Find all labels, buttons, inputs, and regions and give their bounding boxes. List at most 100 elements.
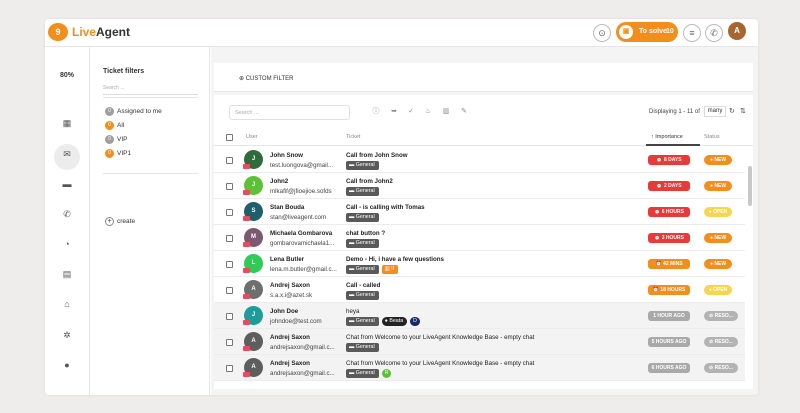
- ticket-row[interactable]: A Andrej Saxon s.a.x.i@azet.sk Call - ca…: [214, 277, 745, 303]
- ticket-row[interactable]: S Stan Bouda stan@liveagent.com Call - i…: [214, 199, 745, 225]
- row-checkbox[interactable]: [226, 261, 233, 268]
- tag-general[interactable]: ▬ General: [346, 369, 379, 378]
- logo[interactable]: LiveAgent: [72, 25, 130, 39]
- plus-icon: +: [105, 217, 114, 226]
- filter-vip1[interactable]: 0 VIP1: [105, 149, 131, 158]
- knowledgebase-icon[interactable]: ⌂: [61, 298, 73, 310]
- refresh-icon[interactable]: ↻: [729, 107, 735, 115]
- importance-label: 2 DAYS: [664, 183, 682, 189]
- row-checkbox[interactable]: [226, 287, 233, 294]
- filter-assigned-to-me[interactable]: 0 Assigned to me: [105, 107, 162, 116]
- importance-badge: ⏰ 2 DAYS: [648, 181, 690, 191]
- tag-label: General: [355, 266, 375, 272]
- row-checkbox[interactable]: [226, 235, 233, 242]
- count-select[interactable]: many: [704, 106, 726, 117]
- tag-label: General: [355, 188, 375, 194]
- column-importance[interactable]: ↑ Importance: [651, 134, 683, 140]
- ticket-subject[interactable]: Call - called: [346, 282, 380, 289]
- importance-badge: 6 HOURS AGO: [648, 363, 690, 373]
- tag-label: General: [355, 162, 375, 168]
- select-all-checkbox[interactable]: [226, 134, 233, 141]
- filter-count-badge: 0: [105, 107, 114, 116]
- tag-ii[interactable]: ▥ II: [381, 265, 399, 274]
- column-user[interactable]: User: [246, 134, 258, 140]
- sort-icon[interactable]: ⇅: [740, 107, 746, 115]
- ticket-tags: ▬ General: [346, 291, 382, 300]
- tag-d[interactable]: D: [410, 317, 420, 326]
- row-checkbox[interactable]: [226, 183, 233, 190]
- chat-icon[interactable]: ≡: [683, 24, 701, 42]
- contacts-icon[interactable]: ▤: [61, 268, 73, 280]
- phone-icon[interactable]: ✆: [705, 24, 723, 42]
- ticket-subject[interactable]: Call from John2: [346, 178, 393, 185]
- tickets-icon[interactable]: ✉: [61, 148, 73, 160]
- row-checkbox[interactable]: [226, 365, 233, 372]
- zoom-level[interactable]: 80%: [60, 72, 74, 79]
- flag-icon: [243, 372, 250, 377]
- tag-general[interactable]: ▬ General: [346, 343, 379, 352]
- ticket-row[interactable]: M Michaela Gombarova gombarovamichaela1.…: [214, 225, 745, 251]
- tickets-panel: Search ... ⓘ ➥ ✓ ♨ ▥ ✎ Displaying 1 - 11…: [214, 95, 753, 389]
- status-label: NEW: [714, 235, 727, 241]
- ticket-subject[interactable]: Call from John Snow: [346, 152, 408, 159]
- tag-general[interactable]: ▬ General: [346, 161, 379, 170]
- ticket-subject[interactable]: heya: [346, 308, 359, 315]
- tag-general[interactable]: ▬ General: [346, 187, 379, 196]
- ticket-row[interactable]: J John2 mlkafif@jfioejioe.sofds Call fro…: [214, 173, 745, 199]
- contact-email: gombarovamichaela1...: [270, 240, 335, 247]
- postpone-icon[interactable]: ♨: [423, 107, 433, 117]
- contact-email: lena.m.butler@gmail.c...: [270, 266, 337, 273]
- tag-general[interactable]: ▬ General: [346, 317, 379, 326]
- create-filter-button[interactable]: + create: [105, 217, 135, 226]
- user-avatar[interactable]: A: [728, 22, 746, 40]
- tag-general[interactable]: ▬ General: [346, 291, 379, 300]
- row-checkbox[interactable]: [226, 313, 233, 320]
- tag-label: II: [391, 266, 395, 272]
- ticket-row[interactable]: J John Doe johndoe@test.com heya ▬ Gener…: [214, 303, 745, 329]
- custom-filter-button[interactable]: ⊕ CUSTOM FILTER: [239, 75, 293, 82]
- ticket-subject[interactable]: Call - is calling with Tomas: [346, 204, 425, 211]
- ticket-row[interactable]: A Andrej Saxon andrejsaxon@gmail.c... Ch…: [214, 355, 745, 381]
- ticket-row[interactable]: L Lena Butler lena.m.butler@gmail.c... D…: [214, 251, 745, 277]
- tag-beata[interactable]: ● Beata: [381, 317, 408, 326]
- dashboard-icon[interactable]: ▦: [61, 117, 73, 129]
- ticket-row[interactable]: A Andrej Saxon andrejsaxon@gmail.c... Ch…: [214, 329, 745, 355]
- ticket-tags: ▬ General R: [346, 369, 394, 378]
- ticket-subject[interactable]: chat button ?: [346, 230, 385, 237]
- filters-search-input[interactable]: Search ...: [103, 83, 198, 95]
- transfer-icon[interactable]: ➥: [389, 107, 399, 117]
- delete-icon[interactable]: ▥: [441, 107, 451, 117]
- tag-general[interactable]: ▬ General: [346, 265, 379, 274]
- tag-general[interactable]: ▬ General: [346, 239, 379, 248]
- ticket-search-input[interactable]: Search ...: [229, 105, 350, 120]
- status-badge: ● NEW: [704, 233, 732, 243]
- ticket-subject[interactable]: Chat from Welcome to your LiveAgent Know…: [346, 334, 534, 341]
- ticket-row[interactable]: J John Snow test.luongova@gmail... Call …: [214, 147, 745, 173]
- row-checkbox[interactable]: [226, 209, 233, 216]
- ticket-subject[interactable]: Demo - Hi, i have a few questions: [346, 256, 444, 263]
- configuration-icon[interactable]: ✲: [61, 329, 73, 341]
- row-checkbox[interactable]: [226, 339, 233, 346]
- filter-all[interactable]: 0 All: [105, 121, 124, 130]
- row-checkbox[interactable]: [226, 157, 233, 164]
- top-bar: 9 LiveAgent ⊙ ▣ To solve 10 ≡ ✆ A: [45, 19, 758, 47]
- filter-vip[interactable]: 0 VIP: [105, 135, 127, 144]
- calls-icon[interactable]: ✆: [61, 208, 73, 220]
- scrollbar[interactable]: [748, 166, 752, 206]
- settings-icon[interactable]: ⊙: [593, 24, 611, 42]
- column-status[interactable]: Status: [704, 134, 720, 140]
- column-ticket[interactable]: Ticket: [346, 134, 360, 140]
- reports-icon[interactable]: ◔: [61, 238, 73, 250]
- info-icon[interactable]: ⓘ: [371, 107, 381, 117]
- contact-name: Andrej Saxon: [270, 334, 310, 341]
- tag-icon[interactable]: ✎: [459, 107, 469, 117]
- to-solve-label: To solve: [639, 28, 667, 35]
- tag-general[interactable]: ▬ General: [346, 213, 379, 222]
- tag-r[interactable]: R: [381, 369, 392, 378]
- resolve-icon[interactable]: ✓: [406, 107, 416, 117]
- to-solve-button[interactable]: ▣ To solve 10: [616, 22, 678, 42]
- flag-icon: [243, 268, 250, 273]
- chats-icon[interactable]: ▬: [61, 178, 73, 190]
- ticket-subject[interactable]: Chat from Welcome to your LiveAgent Know…: [346, 360, 534, 367]
- help-icon[interactable]: ●: [61, 359, 73, 371]
